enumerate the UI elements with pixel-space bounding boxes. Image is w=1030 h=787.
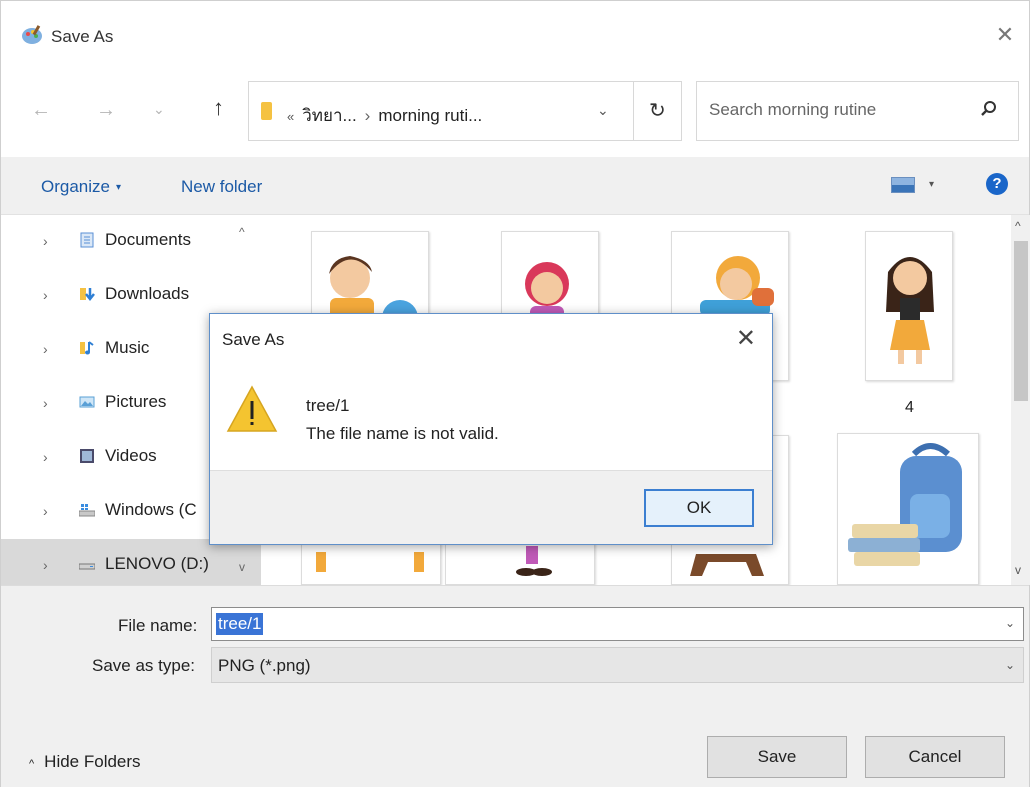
divider [633, 82, 634, 140]
organize-button[interactable]: Organize ▾ [41, 177, 121, 197]
breadcrumb-item[interactable]: morning ruti... [378, 106, 482, 125]
ok-button[interactable]: OK [644, 489, 754, 527]
breadcrumb-overflow[interactable]: « [287, 109, 294, 124]
new-folder-button[interactable]: New folder [181, 177, 262, 197]
save-type-select[interactable]: PNG (*.png) ⌄ [211, 647, 1024, 683]
folder-icon [261, 102, 272, 120]
videos-icon [80, 449, 94, 463]
sidebar-item-label: Music [105, 338, 150, 357]
up-button[interactable]: ↑ [213, 95, 224, 121]
pictures-icon [79, 396, 95, 408]
address-bar[interactable]: « วิทยา... › morning ruti... ⌄ ↻ [248, 81, 682, 141]
caret-down-icon: ▾ [115, 182, 122, 194]
save-form: File name: tree/1 ⌄ Save as type: PNG (*… [1, 585, 1029, 787]
save-type-value: PNG (*.png) [218, 656, 311, 675]
file-name-value[interactable]: tree/1 [216, 613, 264, 635]
sidebar-item-label: Downloads [105, 284, 190, 303]
chevron-down-icon[interactable]: ⌄ [1005, 616, 1015, 630]
drive-d-icon [79, 563, 95, 570]
dialog-message: The file name is not valid. [306, 424, 499, 443]
save-as-window: Save As ✕ ← → ⌄ ↑ « วิทยา... › morning ruti… [0, 0, 1030, 787]
drive-c-icon [79, 504, 95, 517]
girl-on-phone-image [886, 257, 934, 364]
error-dialog: Save As ✕ tree/1 The file name is not va… [209, 313, 773, 545]
sidebar-item-label: Documents [105, 230, 191, 249]
chevron-right-icon[interactable]: › [43, 341, 48, 357]
search-input[interactable] [709, 100, 969, 120]
recent-locations-button[interactable]: ⌄ [153, 101, 165, 118]
back-button[interactable]: ← [31, 99, 51, 122]
chevron-right-icon[interactable]: › [43, 449, 48, 465]
organize-label: Organize [41, 177, 110, 196]
sidebar-item-label: LENOVO (D:) [105, 554, 209, 573]
file-caption[interactable]: 4 [905, 399, 914, 417]
chevron-up-icon: ^ [29, 758, 35, 770]
title-bar: Save As ✕ [1, 1, 1029, 67]
paint-app-icon [22, 25, 42, 44]
backpack-and-books-image [848, 443, 962, 566]
sidebar-item-documents[interactable]: › Documents [1, 215, 261, 269]
address-row: ← → ⌄ ↑ « วิทยา... › morning ruti... ⌄ ↻ [1, 67, 1029, 157]
scroll-down-button[interactable]: v [1015, 563, 1021, 577]
chevron-right-icon[interactable]: › [43, 503, 48, 519]
breadcrumb-separator: › [364, 106, 371, 125]
hide-folders-button[interactable]: ^ Hide Folders [29, 752, 141, 772]
view-options-icon[interactable] [891, 177, 915, 193]
sidebar-item-label: Windows (C [105, 500, 197, 519]
file-thumbnail[interactable] [837, 433, 979, 585]
window-title: Save As [51, 27, 114, 46]
breadcrumb: « วิทยา... › morning ruti... [287, 102, 482, 129]
chevron-down-icon[interactable]: ⌄ [1005, 658, 1015, 672]
file-name-label: File name: [118, 616, 198, 635]
warning-icon [226, 385, 278, 432]
nav-scroll-down-button[interactable]: v [239, 560, 245, 574]
sidebar-item-label: Videos [105, 446, 157, 465]
view-options-caret-icon[interactable]: ▾ [929, 179, 934, 190]
help-icon[interactable]: ? [986, 173, 1008, 195]
search-icon[interactable] [980, 100, 998, 118]
chevron-right-icon[interactable]: › [43, 233, 48, 249]
documents-icon [80, 232, 94, 248]
hide-folders-label: Hide Folders [44, 752, 141, 771]
sidebar-item-label: Pictures [105, 392, 167, 411]
close-icon[interactable]: ✕ [736, 324, 756, 353]
scroll-up-button[interactable]: ^ [1015, 219, 1021, 233]
file-thumbnail[interactable] [865, 231, 953, 381]
scrollbar-thumb[interactable] [1014, 241, 1028, 401]
address-dropdown-button[interactable]: ⌄ [597, 102, 609, 119]
save-button[interactable]: Save [707, 736, 847, 778]
dialog-footer: OK [210, 470, 772, 544]
chevron-right-icon[interactable]: › [43, 557, 48, 573]
dialog-file-name: tree/1 [306, 396, 350, 415]
vertical-scrollbar[interactable]: ^ v [1011, 215, 1030, 585]
close-icon[interactable]: ✕ [991, 21, 1019, 49]
search-box[interactable] [696, 81, 1019, 141]
refresh-icon[interactable]: ↻ [649, 98, 666, 123]
music-icon [80, 341, 94, 355]
dialog-title: Save As [222, 330, 285, 349]
save-type-label: Save as type: [92, 656, 196, 675]
cancel-button[interactable]: Cancel [865, 736, 1005, 778]
breadcrumb-item[interactable]: วิทยา... [302, 106, 356, 125]
downloads-icon [80, 288, 95, 302]
forward-button[interactable]: → [96, 99, 116, 122]
file-name-field[interactable]: tree/1 ⌄ [211, 607, 1024, 641]
command-bar: Organize ▾ New folder ▾ ? [1, 157, 1029, 215]
chevron-right-icon[interactable]: › [43, 395, 48, 411]
chevron-right-icon[interactable]: › [43, 287, 48, 303]
